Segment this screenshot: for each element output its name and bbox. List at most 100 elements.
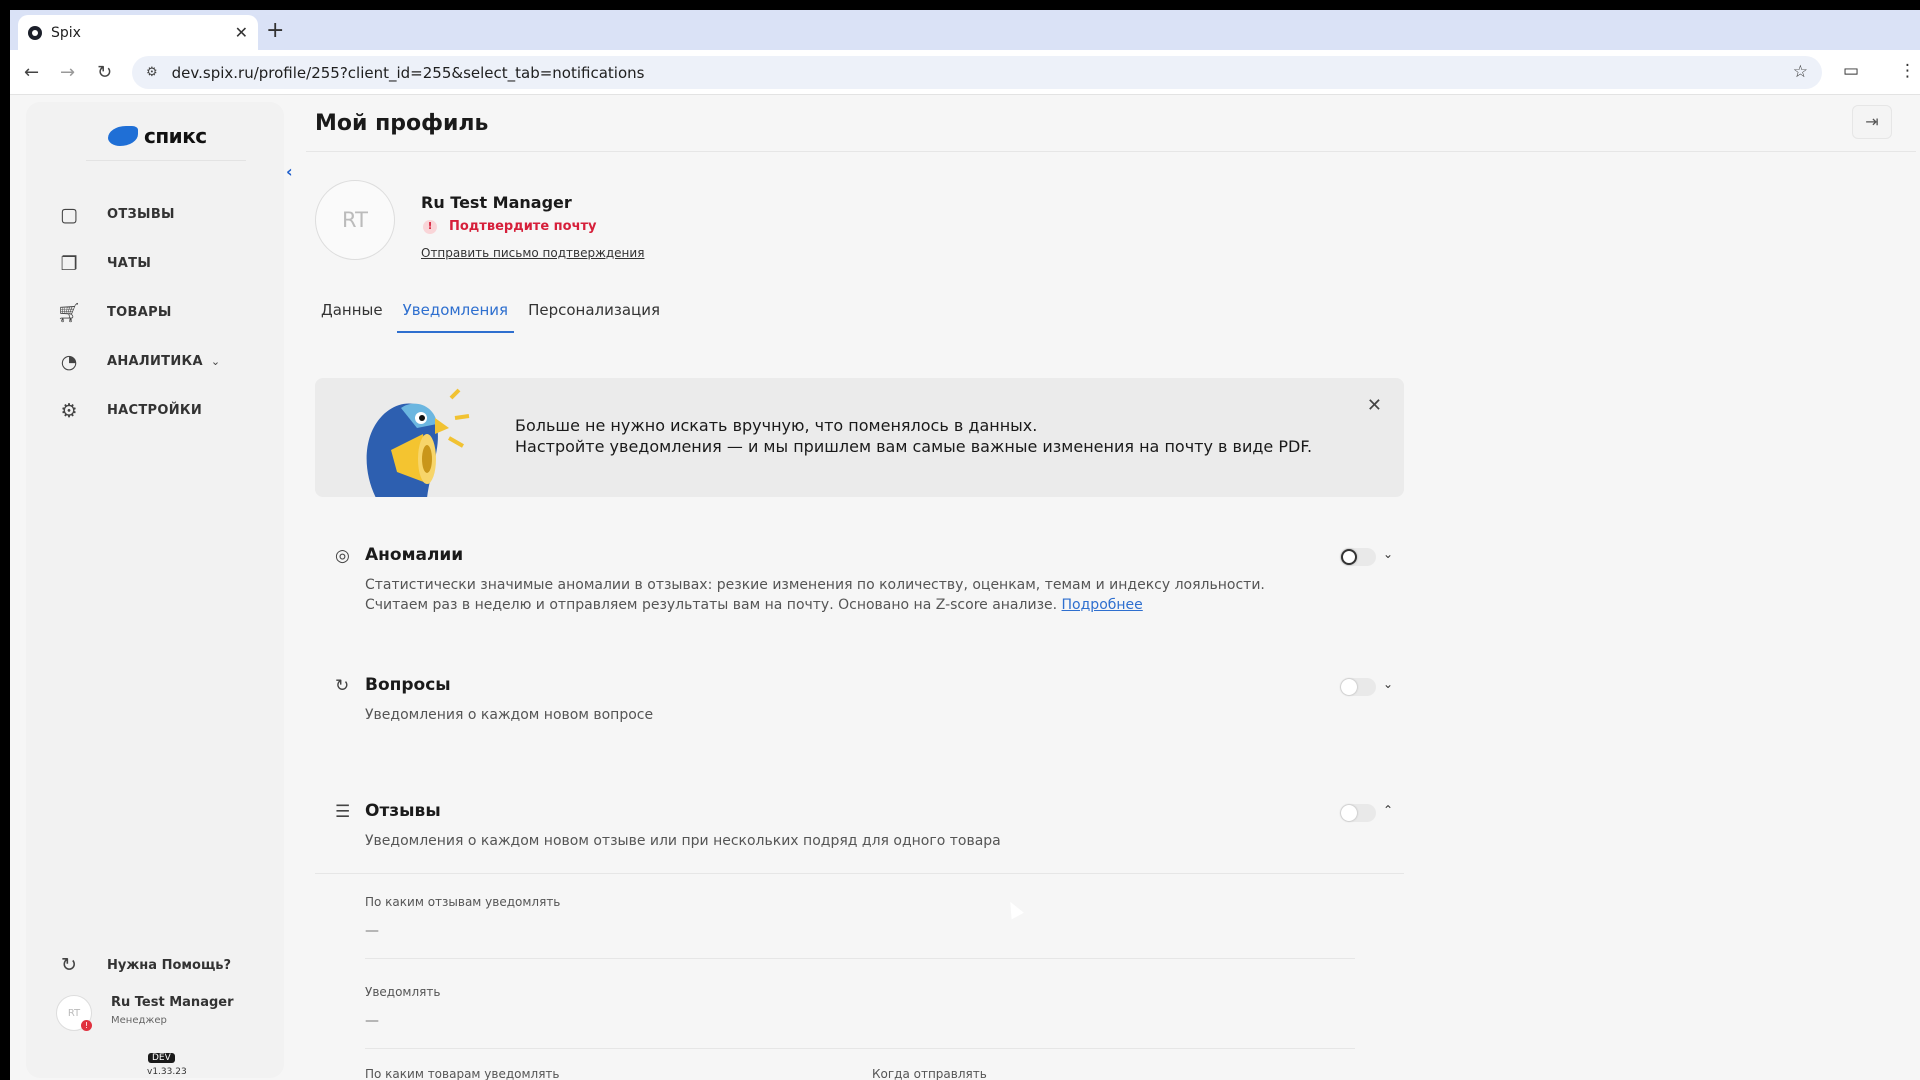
sidebar-user[interactable]: RT ! Ru Test Manager Менеджер	[56, 995, 234, 1031]
app-version: v1.33.23	[147, 1067, 187, 1077]
profile-name: Ru Test Manager	[421, 193, 572, 212]
section-title: Отзывы	[365, 801, 441, 821]
more-link[interactable]: Подробнее	[1062, 597, 1143, 613]
sidebar: спикс ‹ ▢ ОТЗЫВЫ ❐ ЧАТЫ 🛒︎ ТОВАРЫ ◔ АНАЛ…	[26, 102, 293, 1078]
logout-icon: ⇥	[1865, 112, 1879, 131]
comment-icon: ☰	[335, 802, 351, 822]
browser-menu-icon[interactable]: ⋮	[1899, 61, 1916, 81]
chats-icon: ❐	[60, 252, 78, 275]
tab-personalization[interactable]: Персонализация	[522, 301, 666, 333]
chevron-up-icon[interactable]: ⌃	[1383, 803, 1393, 817]
address-bar[interactable]: ⚙ dev.spix.ru/profile/255?client_id=255&…	[132, 56, 1822, 89]
help-icon: ↻	[61, 954, 77, 976]
field-value: —	[365, 1013, 379, 1029]
chevron-down-icon: ⌄	[210, 355, 221, 368]
refresh-icon: ↻	[335, 676, 350, 696]
section-title: Аномалии	[365, 545, 464, 565]
divider	[315, 873, 1404, 874]
tab-notifications[interactable]: Уведомления	[396, 301, 515, 333]
chevron-down-icon[interactable]: ⌄	[1383, 677, 1393, 691]
warning-text: Подтвердите почту	[449, 219, 597, 234]
profile-tabs: Данные Уведомления Персонализация	[315, 301, 674, 333]
sidebar-item-products[interactable]: 🛒︎ ТОВАРЫ	[56, 288, 220, 337]
section-description: Статистически значимые аномалии в отзыва…	[365, 575, 1325, 615]
sidebar-item-label: ТОВАРЫ	[107, 305, 172, 320]
warning-icon: !	[423, 219, 437, 234]
banner-line-1: Больше не нужно искать вручную, что поме…	[515, 416, 1038, 435]
divider	[365, 1048, 1355, 1049]
section-description: Уведомления о каждом новом отзыве или пр…	[365, 833, 1001, 849]
favicon-icon	[28, 25, 42, 40]
questions-toggle[interactable]	[1340, 678, 1376, 696]
toggle-knob	[1341, 549, 1357, 565]
send-confirmation-link[interactable]: Отправить письмо подтверждения	[421, 246, 644, 260]
close-tab-icon[interactable]: ✕	[235, 23, 248, 42]
anomalies-toggle[interactable]	[1340, 548, 1376, 566]
pie-chart-icon: ◔	[60, 350, 78, 373]
sidebar-item-label: ОТЗЫВЫ	[107, 207, 175, 222]
which-reviews-field[interactable]: По каким отзывам уведомлять —	[365, 895, 865, 939]
avatar: RT !	[56, 995, 92, 1031]
user-role: Менеджер	[111, 1015, 167, 1026]
tab-title: Spix	[51, 24, 81, 41]
reviews-icon: ▢	[60, 203, 78, 226]
toggle-knob	[1341, 679, 1357, 695]
gear-icon: ⚙	[60, 399, 78, 422]
profile-avatar[interactable]: RT	[315, 180, 395, 260]
sidebar-item-label: НАСТРОЙКИ	[107, 403, 203, 418]
close-banner-icon[interactable]: ✕	[1367, 395, 1382, 416]
brand-name: спикс	[144, 124, 207, 148]
when-send-field[interactable]: Когда отправлять	[872, 1067, 1372, 1080]
field-label: По каким товарам уведомлять	[365, 1067, 560, 1080]
forward-icon[interactable]: →	[60, 62, 75, 83]
page-title: Мой профиль	[315, 111, 489, 136]
help-label: Нужна Помощь?	[107, 957, 232, 973]
brand-logo[interactable]: спикс	[108, 124, 207, 148]
reload-icon[interactable]: ↻	[97, 62, 112, 83]
field-label: По каким отзывам уведомлять	[365, 895, 561, 909]
banner-line-2: Настройте уведомления — и мы пришлем вам…	[515, 437, 1313, 456]
toggle-knob	[1341, 805, 1357, 821]
logout-button[interactable]: ⇥	[1852, 105, 1892, 139]
notifications-banner: Больше не нужно искать вручную, что поме…	[315, 378, 1404, 497]
which-products-field[interactable]: По каким товарам уведомлять	[365, 1067, 865, 1080]
avatar-initials: RT	[67, 1007, 81, 1019]
anomaly-icon: ◎	[335, 546, 350, 566]
bookmark-star-icon[interactable]: ☆	[1793, 62, 1808, 82]
divider	[306, 151, 1916, 152]
url-text: dev.spix.ru/profile/255?client_id=255&se…	[171, 63, 645, 82]
field-label: Уведомлять	[365, 985, 441, 999]
alert-dot-icon: !	[81, 1020, 92, 1031]
tab-data[interactable]: Данные	[315, 301, 389, 333]
notify-field[interactable]: Уведомлять —	[365, 985, 865, 1029]
reviews-toggle[interactable]	[1340, 804, 1376, 822]
user-name: Ru Test Manager	[111, 995, 234, 1010]
divider	[365, 958, 1355, 959]
bird-logo-icon	[108, 126, 138, 146]
divider	[86, 160, 246, 161]
new-tab-button[interactable]: +	[266, 18, 284, 43]
chevron-down-icon[interactable]: ⌄	[1383, 547, 1393, 561]
parrot-megaphone-illustration	[366, 388, 470, 497]
sidebar-item-analytics[interactable]: ◔ АНАЛИТИКА ⌄	[56, 337, 220, 386]
browser-toolbar: ← → ↻ ⚙ dev.spix.ru/profile/255?client_i…	[10, 50, 1920, 95]
section-title: Вопросы	[365, 675, 451, 695]
mouse-cursor	[1004, 898, 1024, 920]
back-icon[interactable]: ←	[24, 62, 39, 83]
sidebar-item-chats[interactable]: ❐ ЧАТЫ	[56, 239, 220, 288]
field-label: Когда отправлять	[872, 1067, 987, 1080]
main-content: Мой профиль ⇥ RT Ru Test Manager ! Подтв…	[306, 95, 1916, 1080]
sidebar-item-label: АНАЛИТИКА	[107, 354, 203, 369]
field-value: —	[365, 923, 379, 939]
site-settings-icon[interactable]: ⚙	[146, 65, 158, 80]
sidebar-item-reviews[interactable]: ▢ ОТЗЫВЫ	[56, 190, 220, 239]
browser-tab[interactable]: Spix ✕	[18, 15, 258, 50]
sidebar-item-label: ЧАТЫ	[107, 256, 152, 271]
page: спикс ‹ ▢ ОТЗЫВЫ ❐ ЧАТЫ 🛒︎ ТОВАРЫ ◔ АНАЛ…	[10, 95, 1920, 1080]
cast-icon[interactable]: ▭	[1843, 61, 1859, 81]
cart-icon: 🛒︎	[56, 302, 82, 324]
collapse-sidebar-icon[interactable]: ‹	[286, 162, 293, 181]
sidebar-item-settings[interactable]: ⚙ НАСТРОЙКИ	[56, 386, 220, 435]
sidebar-menu: ▢ ОТЗЫВЫ ❐ ЧАТЫ 🛒︎ ТОВАРЫ ◔ АНАЛИТИКА ⌄	[56, 190, 220, 435]
help-link[interactable]: ↻ Нужна Помощь?	[56, 954, 231, 976]
